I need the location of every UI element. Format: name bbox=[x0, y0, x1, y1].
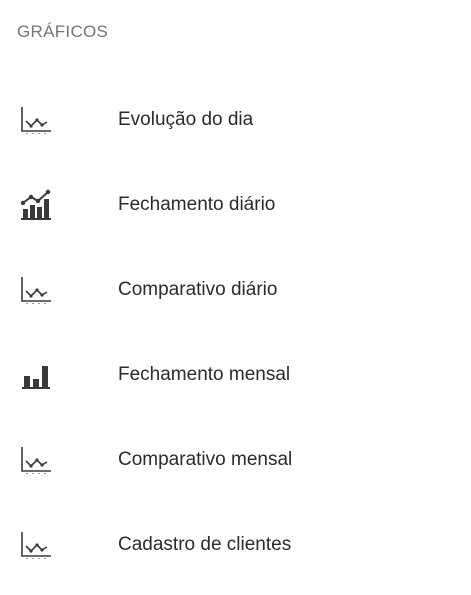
menu-item-comparativo-diario[interactable]: Comparativo diário bbox=[0, 247, 471, 332]
bar-chart-icon bbox=[16, 355, 56, 395]
bar-chart-trend-icon bbox=[16, 185, 56, 225]
line-chart-icon bbox=[16, 525, 56, 565]
menu-item-evolucao-do-dia[interactable]: Evolução do dia bbox=[0, 77, 471, 162]
line-chart-icon bbox=[16, 440, 56, 480]
menu-item-fechamento-mensal[interactable]: Fechamento mensal bbox=[0, 332, 471, 417]
menu-item-label: Comparativo mensal bbox=[118, 448, 293, 470]
section-title: GRÁFICOS bbox=[17, 22, 109, 41]
menu-item-cadastro-de-clientes[interactable]: Cadastro de clientes bbox=[0, 502, 471, 587]
menu-item-label: Fechamento diário bbox=[118, 193, 276, 215]
menu-item-label: Fechamento mensal bbox=[118, 363, 291, 385]
charts-menu: Evolução do dia Fechamento diário Compar… bbox=[0, 77, 471, 587]
menu-item-label: Evolução do dia bbox=[118, 108, 254, 130]
line-chart-icon bbox=[16, 270, 56, 310]
menu-item-label: Cadastro de clientes bbox=[118, 533, 292, 555]
menu-item-fechamento-diario[interactable]: Fechamento diário bbox=[0, 162, 471, 247]
line-chart-icon bbox=[16, 100, 56, 140]
menu-item-comparativo-mensal[interactable]: Comparativo mensal bbox=[0, 417, 471, 502]
menu-item-label: Comparativo diário bbox=[118, 278, 278, 300]
